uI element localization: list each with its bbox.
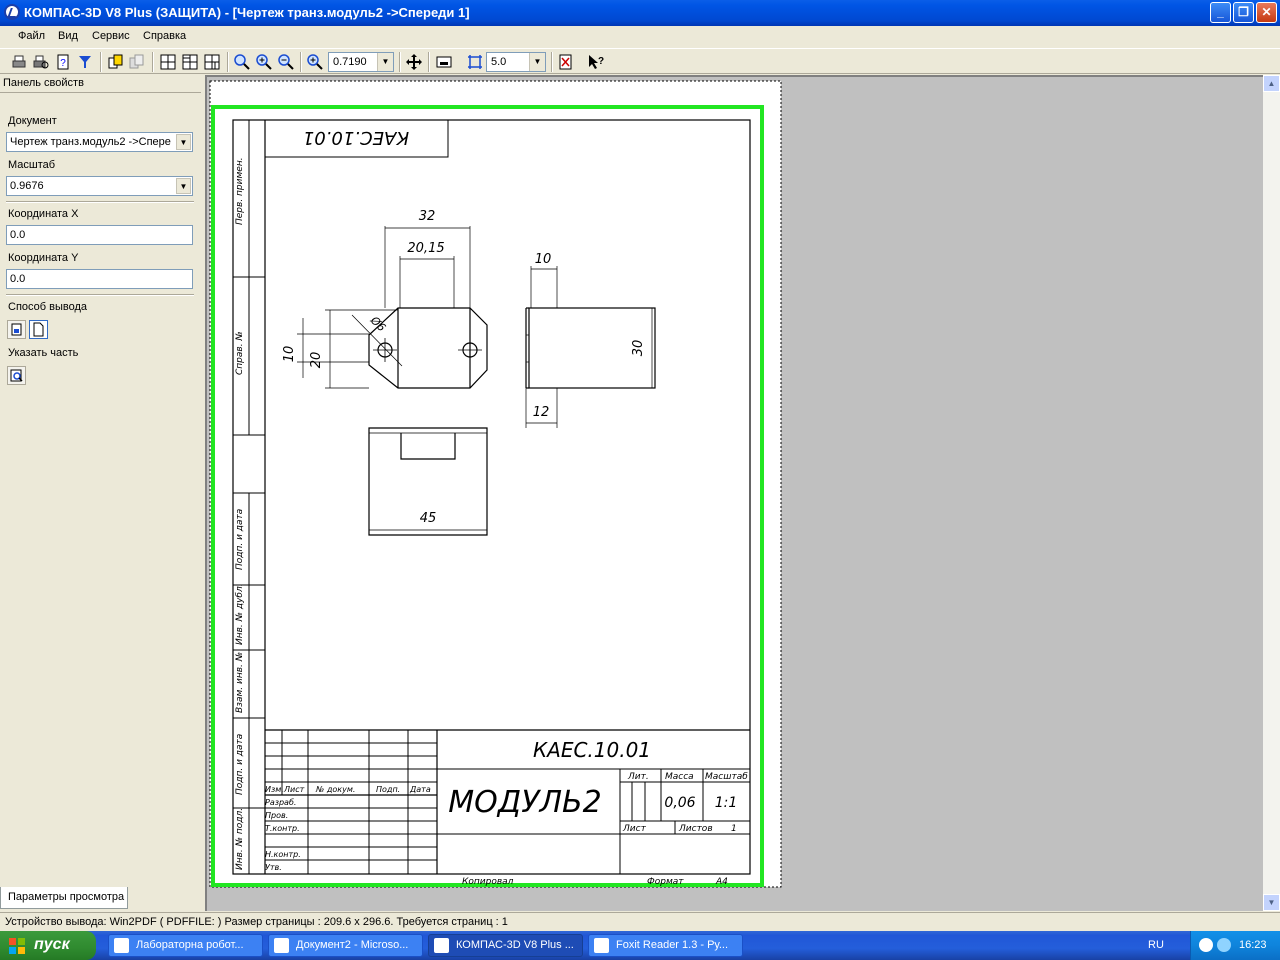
coord-y-label: Координата Y: [8, 252, 79, 264]
close-button[interactable]: ✕: [1256, 2, 1277, 23]
status-text: Устройство вывода: Win2PDF ( PDFFILE: ) …: [5, 916, 508, 928]
document-value: Чертеж транз.модуль2 ->Спере: [10, 136, 171, 148]
start-label: пуск: [34, 936, 70, 953]
minimize-button[interactable]: _: [1210, 2, 1231, 23]
document-select[interactable]: Чертеж транз.модуль2 ->Спере ▼: [6, 132, 193, 152]
tab-view-params[interactable]: Параметры просмотра: [0, 887, 128, 909]
output-mode-label: Способ вывода: [8, 301, 87, 313]
panel-header: Панель свойств: [0, 75, 201, 93]
step-grid-icon[interactable]: [466, 53, 484, 71]
scale-select[interactable]: 0.9676 ▼: [6, 176, 193, 196]
task-label: Лабораторна робот...: [136, 939, 244, 951]
step-value: 5.0: [491, 56, 507, 68]
filter-icon[interactable]: [76, 53, 94, 71]
start-button[interactable]: пуск: [0, 931, 96, 960]
sheet-fit-icon[interactable]: [435, 53, 453, 71]
zoom-scale-icon[interactable]: [306, 53, 324, 71]
clock: 16:23: [1239, 939, 1267, 951]
paste-sheets-icon[interactable]: [128, 53, 146, 71]
output-mode-1-button[interactable]: [7, 320, 26, 339]
help-doc-icon[interactable]: ?: [54, 53, 72, 71]
divider: [6, 294, 194, 296]
tab-view-params-label: Параметры просмотра: [8, 891, 125, 903]
context-help-icon[interactable]: ?: [587, 53, 605, 71]
properties-panel: Панель свойств Документ Чертеж транз.мод…: [0, 75, 201, 911]
coord-x-value: 0.0: [10, 229, 26, 241]
chevron-down-icon[interactable]: ▼: [176, 134, 191, 150]
coord-y-value: 0.0: [10, 273, 26, 285]
drawing-area[interactable]: [205, 75, 1263, 911]
word-icon: [114, 938, 129, 953]
task-word-doc2[interactable]: Документ2 - Microso...: [268, 934, 423, 957]
toolbar-separator: [300, 52, 302, 72]
grid-layout-2-icon[interactable]: [181, 53, 199, 71]
document-label: Документ: [8, 115, 57, 127]
task-word-lab[interactable]: Лабораторна робот...: [108, 934, 263, 957]
word-icon: [274, 938, 289, 953]
windows-logo-icon: [9, 938, 25, 954]
restore-button[interactable]: ❐: [1233, 2, 1254, 23]
chevron-down-icon[interactable]: ▼: [529, 53, 545, 71]
menu-help[interactable]: Справка: [143, 30, 186, 42]
toolbar-separator: [551, 52, 553, 72]
zoom-combo[interactable]: 0.7190 ▼: [328, 52, 394, 72]
toolbar-separator: [100, 52, 102, 72]
task-foxit[interactable]: Foxit Reader 1.3 - Ру...: [588, 934, 743, 957]
zoom-in-icon[interactable]: [255, 53, 273, 71]
toolbar-separator: [152, 52, 154, 72]
task-kompas[interactable]: КОМПАС-3D V8 Plus ...: [428, 934, 583, 957]
coord-x-input[interactable]: 0.0: [6, 225, 193, 245]
system-tray: 16:23: [1190, 931, 1280, 960]
taskbar: пуск Лабораторна робот... Документ2 - Mi…: [0, 931, 1280, 960]
step-combo[interactable]: 5.0 ▼: [486, 52, 546, 72]
toolbar-separator: [428, 52, 430, 72]
print-config-icon[interactable]: [557, 53, 575, 71]
pan-icon[interactable]: [405, 53, 423, 71]
task-label: КОМПАС-3D V8 Plus ...: [456, 939, 574, 951]
grid-layout-1-icon[interactable]: [159, 53, 177, 71]
menu-service[interactable]: Сервис: [92, 30, 130, 42]
status-bar: Устройство вывода: Win2PDF ( PDFFILE: ) …: [0, 912, 1280, 931]
print-icon[interactable]: [10, 53, 28, 71]
search-icon[interactable]: [1217, 938, 1231, 952]
scroll-up-icon[interactable]: ▲: [1263, 75, 1280, 92]
panel-title: Панель свойств: [3, 77, 84, 89]
window-title: КОМПАС-3D V8 Plus (ЗАЩИТА) - [Чертеж тра…: [24, 5, 470, 20]
title-bar: КОМПАС-3D V8 Plus (ЗАЩИТА) - [Чертеж тра…: [0, 0, 1280, 26]
toolbar-separator: [399, 52, 401, 72]
zoom-value: 0.7190: [333, 56, 367, 68]
foxit-icon: [594, 938, 609, 953]
network-icon[interactable]: [1199, 938, 1213, 952]
kompas-icon: [434, 938, 449, 953]
chevron-down-icon[interactable]: ▼: [377, 53, 393, 71]
select-part-label: Указать часть: [8, 347, 79, 359]
zoom-icon[interactable]: [233, 53, 251, 71]
select-part-button[interactable]: [7, 366, 26, 385]
scale-label: Масштаб: [8, 159, 56, 171]
coord-y-input[interactable]: 0.0: [6, 269, 193, 289]
scale-value: 0.9676: [10, 180, 44, 192]
print-preview-icon[interactable]: [32, 53, 50, 71]
svg-text:?: ?: [60, 58, 66, 69]
zoom-out-icon[interactable]: [277, 53, 295, 71]
task-label: Foxit Reader 1.3 - Ру...: [616, 939, 728, 951]
scroll-down-icon[interactable]: ▼: [1263, 894, 1280, 911]
menu-view[interactable]: Вид: [58, 30, 78, 42]
grid-layout-3-icon[interactable]: [203, 53, 221, 71]
toolbar: ? 0.7190 ▼ 5.0 ▼ ?: [0, 48, 1280, 74]
output-mode-2-button[interactable]: [29, 320, 48, 339]
menu-file[interactable]: Файл: [18, 30, 45, 42]
vertical-scrollbar[interactable]: ▲ ▼: [1263, 75, 1280, 911]
coord-x-label: Координата X: [8, 208, 79, 220]
chevron-down-icon[interactable]: ▼: [176, 178, 191, 194]
divider: [6, 201, 194, 203]
menu-bar: Файл Вид Сервис Справка: [0, 26, 1280, 47]
task-label: Документ2 - Microso...: [296, 939, 409, 951]
svg-text:?: ?: [598, 56, 604, 67]
copy-sheets-icon[interactable]: [107, 53, 125, 71]
kompas-app-icon[interactable]: [4, 4, 20, 20]
language-indicator[interactable]: RU: [1148, 939, 1164, 951]
toolbar-separator: [227, 52, 229, 72]
